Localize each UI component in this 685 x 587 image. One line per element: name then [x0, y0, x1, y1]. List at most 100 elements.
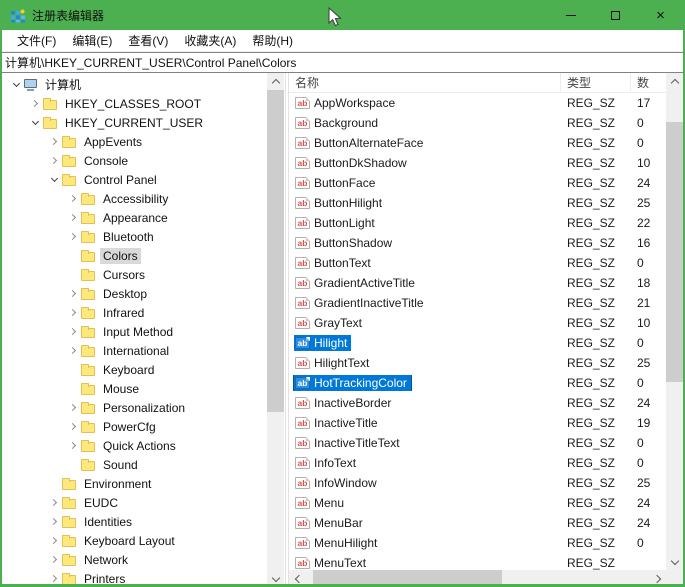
value-name[interactable]: ButtonAlternateFace: [314, 136, 423, 150]
value-row-buttondkshadow[interactable]: ab ButtonDkShadow REG_SZ 10: [289, 153, 683, 173]
tree-item-label[interactable]: Keyboard Layout: [81, 533, 178, 549]
tree-item-label[interactable]: 计算机: [42, 75, 84, 94]
list-hscrollbar-thumb[interactable]: [312, 570, 502, 584]
tree-expander-icon[interactable]: [65, 327, 81, 336]
value-row-infowindow[interactable]: ab InfoWindow REG_SZ 25: [289, 473, 683, 493]
tree-item-label[interactable]: EUDC: [81, 495, 121, 511]
tree-item-计算机[interactable]: 计算机: [2, 75, 267, 94]
list-scroll-up-button[interactable]: [666, 73, 683, 90]
tree-item-printers[interactable]: Printers: [2, 569, 267, 585]
value-row-buttonlight[interactable]: ab ButtonLight REG_SZ 22: [289, 213, 683, 233]
tree-item-desktop[interactable]: Desktop: [2, 284, 267, 303]
tree-item-cursors[interactable]: Cursors: [2, 265, 267, 284]
tree-expander-icon[interactable]: [46, 574, 62, 583]
tree-expander-icon[interactable]: [65, 441, 81, 450]
tree-item-infrared[interactable]: Infrared: [2, 303, 267, 322]
tree-item-accessibility[interactable]: Accessibility: [2, 189, 267, 208]
value-name[interactable]: GradientActiveTitle: [314, 276, 415, 290]
tree-expander-icon[interactable]: [65, 289, 81, 298]
tree-item-network[interactable]: Network: [2, 550, 267, 569]
value-name[interactable]: MenuText: [314, 556, 366, 570]
value-name[interactable]: Hilight: [314, 336, 347, 350]
list-vertical-scrollbar[interactable]: [666, 73, 683, 570]
value-name[interactable]: ButtonFace: [314, 176, 375, 190]
value-row-inactivetitle[interactable]: ab InactiveTitle REG_SZ 19: [289, 413, 683, 433]
tree-item-label[interactable]: Desktop: [100, 286, 150, 302]
tree-expander-icon[interactable]: [27, 117, 43, 125]
list-scroll-down-button[interactable]: [666, 553, 683, 570]
value-row-hilight[interactable]: ab Hilight REG_SZ 0: [289, 333, 683, 353]
tree-item-label[interactable]: Quick Actions: [100, 438, 179, 454]
tree-expander-icon[interactable]: [65, 194, 81, 203]
menu-item-2[interactable]: 查看(V): [120, 29, 176, 52]
tree-item-label[interactable]: Keyboard: [100, 362, 157, 378]
tree-item-label[interactable]: Input Method: [100, 324, 176, 340]
list-scrollbar-thumb[interactable]: [666, 122, 683, 382]
tree-item-label[interactable]: Infrared: [100, 305, 147, 321]
value-row-menubar[interactable]: ab MenuBar REG_SZ 24: [289, 513, 683, 533]
tree-item-sound[interactable]: Sound: [2, 455, 267, 474]
value-row-hottrackingcolor[interactable]: ab HotTrackingColor REG_SZ 0: [289, 373, 683, 393]
tree-item-personalization[interactable]: Personalization: [2, 398, 267, 417]
tree-item-label[interactable]: Personalization: [100, 400, 188, 416]
tree-item-label[interactable]: Cursors: [100, 267, 148, 283]
tree-scroll-up-button[interactable]: [267, 73, 284, 90]
value-row-gradientactivetitle[interactable]: ab GradientActiveTitle REG_SZ 18: [289, 273, 683, 293]
tree-expander-icon[interactable]: [65, 346, 81, 355]
list-horizontal-scrollbar[interactable]: [289, 570, 666, 584]
tree-expander-icon[interactable]: [46, 555, 62, 564]
value-row-menu[interactable]: ab Menu REG_SZ 24: [289, 493, 683, 513]
tree-item-label[interactable]: Mouse: [100, 381, 142, 397]
tree-expander-icon[interactable]: [46, 156, 62, 165]
list-scroll-right-button[interactable]: [649, 570, 666, 584]
value-row-gradientinactivetitle[interactable]: ab GradientInactiveTitle REG_SZ 21: [289, 293, 683, 313]
tree-item-label[interactable]: Colors: [100, 247, 141, 264]
tree-expander-icon[interactable]: [46, 137, 62, 146]
tree-vertical-scrollbar[interactable]: [267, 73, 284, 584]
tree-scrollbar-thumb[interactable]: [267, 90, 284, 412]
value-row-infotext[interactable]: ab InfoText REG_SZ 0: [289, 453, 683, 473]
tree-item-mouse[interactable]: Mouse: [2, 379, 267, 398]
value-name[interactable]: MenuHilight: [314, 536, 377, 550]
value-name[interactable]: ButtonShadow: [314, 236, 392, 250]
tree-item-label[interactable]: Console: [81, 153, 131, 169]
tree-item-label[interactable]: Identities: [81, 514, 135, 530]
value-row-inactivetitletext[interactable]: ab InactiveTitleText REG_SZ 0: [289, 433, 683, 453]
tree-expander-icon[interactable]: [65, 232, 81, 241]
value-name[interactable]: ButtonLight: [314, 216, 375, 230]
list-scrollbar-track[interactable]: [666, 90, 683, 553]
value-name[interactable]: ButtonHilight: [314, 196, 382, 210]
value-name[interactable]: HilightText: [314, 356, 369, 370]
tree-expander-icon[interactable]: [8, 79, 24, 87]
menu-item-4[interactable]: 帮助(H): [244, 29, 301, 52]
tree-expander-icon[interactable]: [46, 517, 62, 526]
tree-item-label[interactable]: HKEY_CLASSES_ROOT: [62, 96, 204, 112]
list-scroll-left-button[interactable]: [289, 570, 306, 584]
tree-item-label[interactable]: Printers: [81, 571, 128, 585]
tree-item-label[interactable]: Appearance: [100, 210, 171, 226]
tree-item-quick-actions[interactable]: Quick Actions: [2, 436, 267, 455]
value-name[interactable]: HotTrackingColor: [314, 376, 407, 390]
value-row-hilighttext[interactable]: ab HilightText REG_SZ 25: [289, 353, 683, 373]
value-name[interactable]: ButtonText: [314, 256, 371, 270]
tree-item-appevents[interactable]: AppEvents: [2, 132, 267, 151]
tree-item-label[interactable]: Network: [81, 552, 131, 568]
value-row-appworkspace[interactable]: ab AppWorkspace REG_SZ 17: [289, 93, 683, 113]
value-name[interactable]: InfoWindow: [314, 476, 377, 490]
tree-item-control-panel[interactable]: Control Panel: [2, 170, 267, 189]
tree-item-label[interactable]: PowerCfg: [100, 419, 159, 435]
tree-item-powercfg[interactable]: PowerCfg: [2, 417, 267, 436]
value-row-buttonface[interactable]: ab ButtonFace REG_SZ 24: [289, 173, 683, 193]
menu-item-3[interactable]: 收藏夹(A): [176, 29, 244, 52]
close-button[interactable]: ×: [638, 0, 683, 30]
tree-item-label[interactable]: Bluetooth: [100, 229, 157, 245]
value-name[interactable]: InactiveBorder: [314, 396, 391, 410]
tree-expander-icon[interactable]: [46, 498, 62, 507]
tree-expander-icon[interactable]: [65, 213, 81, 222]
column-header-type[interactable]: 类型: [561, 73, 631, 93]
tree-item-eudc[interactable]: EUDC: [2, 493, 267, 512]
tree-item-environment[interactable]: Environment: [2, 474, 267, 493]
tree-scroll-down-button[interactable]: [267, 570, 284, 584]
value-name[interactable]: InactiveTitleText: [314, 436, 400, 450]
column-header-name[interactable]: 名称: [289, 73, 561, 93]
